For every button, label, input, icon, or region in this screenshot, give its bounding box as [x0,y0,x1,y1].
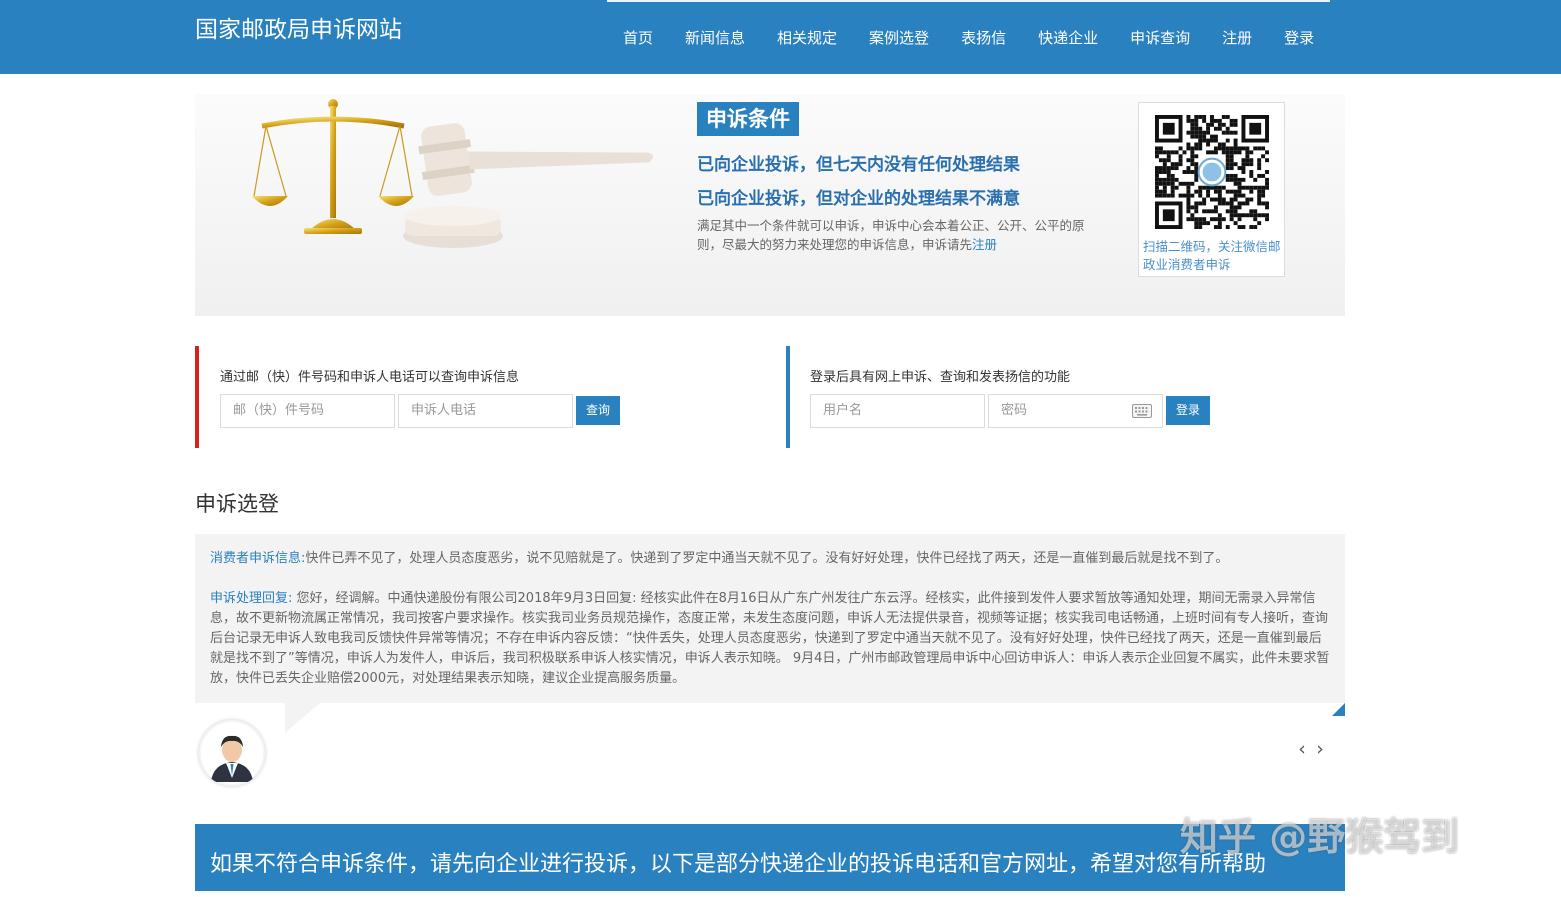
main-nav: 首页 新闻信息 相关规定 案例选登 表扬信 快递企业 申诉查询 注册 登录 [607,26,1330,50]
avatar [199,720,265,786]
conditions-banner: 申诉条件 已向企业投诉，但七天内没有任何处理结果 已向企业投诉，但对企业的处理结… [195,94,1345,316]
password-placeholder: 密码 [1001,403,1028,418]
complaint-info-text: 快件已弄不见了，处理人员态度恶劣，说不见赔就是了。快递到了罗定中通当天就不见了。… [305,551,1229,566]
login-button[interactable]: 登录 [1166,396,1210,425]
nav-complaint-query[interactable]: 申诉查询 [1114,26,1206,50]
gavel-icon [403,123,654,248]
nav-login[interactable]: 登录 [1268,26,1330,50]
cases-section-title: 申诉选登 [195,492,279,516]
complaint-reply: 申诉处理回复: 您好，经调解。中通快递股份有限公司2018年9月3日回复: 经核… [210,589,1330,689]
express-companies-banner: 如果不符合申诉条件，请先向企业进行投诉，以下是部分快递企业的投诉电话和官方网址，… [195,824,1345,891]
case-card: 消费者申诉信息:快件已弄不见了，处理人员态度恶劣，说不见赔就是了。快递到了罗定中… [195,534,1345,716]
consumer-complaint-info: 消费者申诉信息:快件已弄不见了，处理人员态度恶劣，说不见赔就是了。快递到了罗定中… [210,549,1330,569]
carousel-arrows: ‹› [1298,738,1334,760]
condition-1: 已向企业投诉，但七天内没有任何处理结果 [697,155,1020,175]
query-panel-label: 通过邮（快）件号码和申诉人电话可以查询申诉信息 [220,370,520,385]
prev-arrow-icon[interactable]: ‹ [1298,738,1316,760]
complainant-phone-input[interactable]: 申诉人电话 [398,394,573,428]
speech-pointer [285,703,320,733]
qr-code-box: 扫描二维码，关注微信邮政业消费者申诉 [1138,102,1285,277]
nav-praise-letters[interactable]: 表扬信 [945,26,1022,50]
keyboard-icon[interactable] [1132,404,1152,418]
register-link[interactable]: 注册 [972,237,997,252]
user-avatar-icon [201,722,263,784]
login-panel-label: 登录后具有网上申诉、查询和发表扬信的功能 [810,370,1071,385]
next-arrow-icon[interactable]: › [1316,738,1334,760]
nav-register[interactable]: 注册 [1206,26,1268,50]
username-input[interactable]: 用户名 [810,394,985,428]
query-button[interactable]: 查询 [576,396,620,425]
nav-express-companies[interactable]: 快递企业 [1022,26,1114,50]
description-text: 满足其中一个条件就可以申诉，申诉中心会本着公正、公开、公平的原则，尽最大的努力来… [697,218,1085,252]
nav-news[interactable]: 新闻信息 [669,26,761,50]
wechat-qr-code-icon[interactable] [1155,115,1269,229]
tracking-number-input[interactable]: 邮（快）件号码 [220,394,395,428]
complaint-reply-text: 您好，经调解。中通快递股份有限公司2018年9月3日回复: 经核实此件在8月16… [210,591,1330,686]
nav-top-line [607,0,1330,2]
password-input[interactable]: 密码 [988,394,1163,428]
qr-caption: 扫描二维码，关注微信邮政业消费者申诉 [1143,239,1281,272]
zhihu-watermark: 知乎 @野猴驾到 [1180,815,1460,859]
complaint-query-panel: 通过邮（快）件号码和申诉人电话可以查询申诉信息 邮（快）件号码 申诉人电话 查询 [195,346,755,448]
complaint-reply-tag: 申诉处理回复: [210,591,293,606]
site-header: 国家邮政局申诉网站 首页 新闻信息 相关规定 案例选登 表扬信 快递企业 申诉查… [0,0,1561,74]
nav-cases[interactable]: 案例选登 [853,26,945,50]
express-companies-banner-text: 如果不符合申诉条件，请先向企业进行投诉，以下是部分快递企业的投诉电话和官方网址，… [210,852,1267,877]
condition-2: 已向企业投诉，但对企业的处理结果不满意 [697,189,1020,209]
conditions-badge: 申诉条件 [697,102,799,136]
login-panel: 登录后具有网上申诉、查询和发表扬信的功能 用户名 密码 登录 [786,346,1346,448]
nav-regulations[interactable]: 相关规定 [761,26,853,50]
complaint-info-tag: 消费者申诉信息: [210,551,306,566]
site-title[interactable]: 国家邮政局申诉网站 [195,10,402,44]
conditions-description: 满足其中一个条件就可以申诉，申诉中心会本着公正、公开、公平的原则，尽最大的努力来… [697,216,1107,254]
nav-home[interactable]: 首页 [607,26,669,50]
card-corner-mark [1332,703,1345,716]
